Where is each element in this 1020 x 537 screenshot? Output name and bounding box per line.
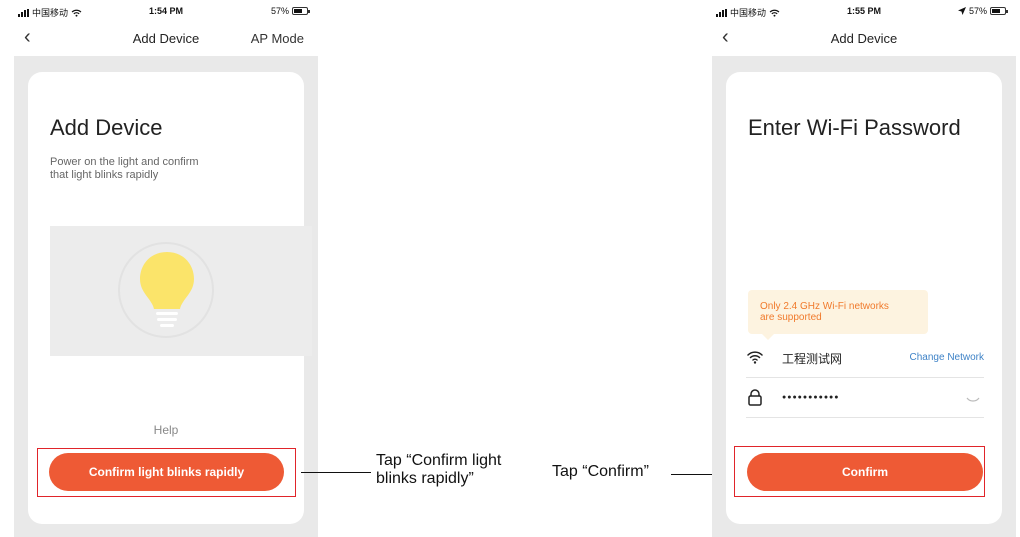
password-input[interactable]: ●●●●●●●●●●● [782,394,840,401]
location-arrow-icon [957,7,966,15]
hide-password-eye-icon[interactable] [966,396,980,404]
tooltip-line-1: Only 2.4 GHz Wi-Fi networks [760,301,889,312]
annotation-right: Tap “Confirm” [552,463,649,480]
battery-percent: 57% [270,6,289,16]
page-title: Enter Wi-Fi Password [748,115,961,140]
nav-bar: ‹ Add Device AP Mode [14,24,318,54]
row-divider [746,417,984,418]
light-illustration [50,226,312,356]
change-network-link[interactable]: Change Network [910,352,984,363]
status-bar: 中国移动 1:55 PM 57% [712,0,1016,24]
password-row[interactable]: ●●●●●●●●●●● [746,382,984,418]
nav-bar: ‹ Add Device [712,24,1016,54]
confirm-button[interactable]: Confirm [747,453,983,491]
ap-mode-link[interactable]: AP Mode [251,31,304,46]
lock-icon [748,389,762,406]
instruction-text: Power on the light and confirm that ligh… [50,156,199,182]
confirm-light-blinks-button[interactable]: Confirm light blinks rapidly [49,453,284,491]
instruction-line-2: that light blinks rapidly [50,169,159,181]
frequency-tooltip: Only 2.4 GHz Wi-Fi networks are supporte… [748,290,928,340]
status-bar: 中国移动 1:54 PM 57% [14,0,318,24]
battery-percent: 57% [968,6,987,16]
annotation-left-line-2: blinks rapidly” [376,470,474,487]
battery-info: 57% [957,6,1008,16]
tooltip-line-2: are supported [760,312,822,323]
wifi-network-row: 工程测试网 Change Network [746,342,984,378]
row-divider [746,377,984,378]
light-bulb-icon [140,252,194,327]
annotation-left-line-1: Tap “Confirm light [376,452,502,469]
battery-icon [990,7,1008,15]
page-title: Add Device [50,115,163,140]
phone-screen-add-device: 中国移动 1:54 PM 57% ‹ Add Device AP Mode Ad… [14,0,318,537]
annotation-left: Tap “Confirm light blinks rapidly” [376,452,501,488]
help-link[interactable]: Help [14,423,318,437]
wifi-network-name: 工程测试网 [782,352,843,366]
wifi-icon [747,351,763,364]
annotation-connector-left [301,472,371,473]
nav-title: Add Device [830,31,898,46]
phone-screen-wifi-password: 中国移动 1:55 PM 57% ‹ Add Device Enter Wi-F… [712,0,1016,537]
instruction-line-1: Power on the light and confirm [50,156,199,168]
battery-icon [292,7,310,15]
battery-info: 57% [270,6,310,16]
